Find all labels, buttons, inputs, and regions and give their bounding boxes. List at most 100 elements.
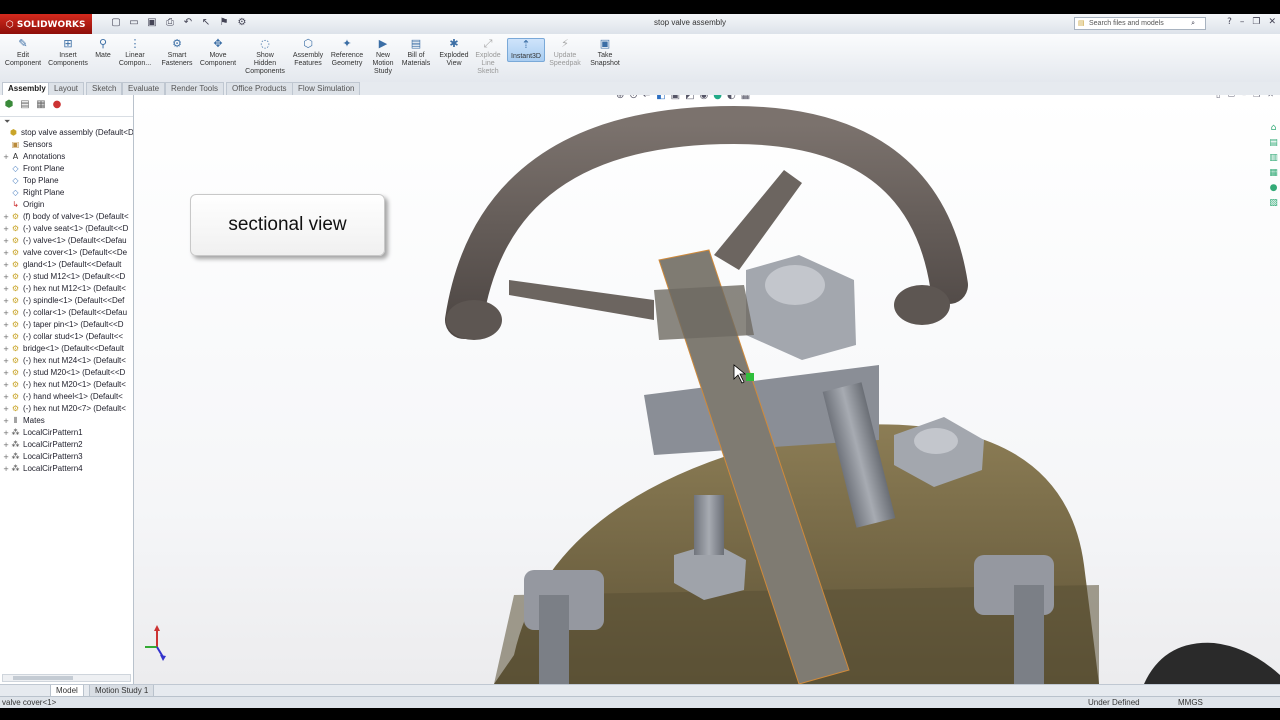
tree-item[interactable]: + ⁂ LocalCirPattern2 — [0, 439, 133, 451]
tree-item[interactable]: ↳ Origin — [0, 199, 133, 211]
tree-item[interactable]: + ⚙ (-) hand wheel<1> (Default< — [0, 391, 133, 403]
valve-assembly-model[interactable] — [134, 95, 1280, 684]
linear-pattern-button[interactable]: ⋮ Linear Compon... — [116, 38, 154, 68]
appearances-icon[interactable]: ● — [1268, 183, 1279, 194]
expand-icon[interactable]: + — [2, 451, 10, 463]
expand-icon[interactable]: + — [2, 439, 10, 451]
tree-item[interactable]: + ⚙ (-) hex nut M24<1> (Default< — [0, 355, 133, 367]
expand-icon[interactable]: + — [2, 211, 10, 223]
tree-item[interactable]: + ⚙ (-) valve seat<1> (Default<<D — [0, 223, 133, 235]
exploded-view-button[interactable]: ✱ Exploded View — [437, 38, 471, 68]
expand-icon[interactable]: + — [2, 295, 10, 307]
snapshot-button[interactable]: ▣ Take Snapshot — [588, 38, 622, 68]
tree-item[interactable]: + ⚙ (-) valve<1> (Default<<Defau — [0, 235, 133, 247]
tree-item[interactable]: + ⚙ (-) spindle<1> (Default<<Def — [0, 295, 133, 307]
tree-item[interactable]: + ⫴ Mates — [0, 415, 133, 427]
tab-office-products[interactable]: Office Products — [226, 82, 293, 95]
status-units[interactable]: MMGS — [1178, 697, 1203, 708]
expand-icon[interactable]: + — [2, 379, 10, 391]
selection-handle[interactable] — [746, 373, 754, 381]
bill-of-materials-button[interactable]: ▤ Bill of Materials — [400, 38, 432, 68]
undo-icon[interactable]: ↶ — [182, 17, 194, 29]
tab-assembly[interactable]: Assembly — [2, 82, 52, 95]
tree-item[interactable]: + ⚙ valve cover<1> (Default<<De — [0, 247, 133, 259]
tree-item[interactable]: + ⁂ LocalCirPattern3 — [0, 451, 133, 463]
tree-item[interactable]: + ⚙ (-) hex nut M20<7> (Default< — [0, 403, 133, 415]
view-palette-icon[interactable]: ▦ — [1268, 168, 1279, 179]
tree-item[interactable]: + ⚙ (-) hex nut M12<1> (Default< — [0, 283, 133, 295]
restore-icon[interactable]: ❐ — [1252, 17, 1260, 27]
expand-icon[interactable]: + — [2, 247, 10, 259]
tree-item[interactable]: + A Annotations — [0, 151, 133, 163]
move-component-button[interactable]: ✥ Move Component — [198, 38, 238, 68]
file-explorer-icon[interactable]: ▥ — [1268, 153, 1279, 164]
insert-components-button[interactable]: ⊞ Insert Components — [46, 38, 90, 68]
design-library-icon[interactable]: ▤ — [1268, 138, 1279, 149]
hex-nut-m24[interactable] — [746, 255, 856, 360]
expand-icon[interactable]: + — [2, 403, 10, 415]
expand-icon[interactable]: + — [2, 427, 10, 439]
appearance-tab-icon[interactable]: ● — [50, 98, 64, 112]
edit-component-button[interactable]: ✎ Edit Component — [4, 38, 42, 68]
speedpak-button[interactable]: ⚡ Update Speedpak — [548, 38, 582, 68]
expand-icon[interactable]: + — [2, 367, 10, 379]
open-icon[interactable]: ▭ — [128, 17, 140, 29]
save-icon[interactable]: ▣ — [146, 17, 158, 29]
panel-scrollbar[interactable] — [2, 674, 131, 682]
motion-study-button[interactable]: ▶ New Motion Study — [370, 38, 396, 76]
explode-line-button[interactable]: ⤢ Explode Line Sketch — [473, 38, 503, 76]
tree-item[interactable]: + ⚙ (-) hex nut M20<1> (Default< — [0, 379, 133, 391]
smart-fasteners-button[interactable]: ⚙ Smart Fasteners — [158, 38, 196, 68]
custom-properties-icon[interactable]: ▧ — [1268, 198, 1279, 209]
tab-render-tools[interactable]: Render Tools — [165, 82, 224, 95]
expand-icon[interactable]: + — [2, 331, 10, 343]
expand-icon[interactable]: + — [2, 223, 10, 235]
expand-icon[interactable]: + — [2, 271, 10, 283]
tree-item[interactable]: ⬢ stop valve assembly (Default<De — [0, 127, 133, 139]
tree-item[interactable]: ◇ Front Plane — [0, 163, 133, 175]
help-icon[interactable]: ? — [1227, 17, 1232, 27]
resources-icon[interactable]: ⌂ — [1268, 123, 1279, 134]
tree-item[interactable]: ▣ Sensors — [0, 139, 133, 151]
expand-icon[interactable]: + — [2, 283, 10, 295]
tree-item[interactable]: + ⚙ (-) collar stud<1> (Default<< — [0, 331, 133, 343]
rebuild-icon[interactable]: ⚑ — [218, 17, 230, 29]
expand-icon[interactable]: + — [2, 355, 10, 367]
expand-icon[interactable]: + — [2, 391, 10, 403]
expand-icon[interactable]: + — [2, 319, 10, 331]
tree-item[interactable]: + ⁂ LocalCirPattern1 — [0, 427, 133, 439]
search-icon[interactable]: ⌕ — [1191, 18, 1195, 29]
tree-item[interactable]: ◇ Right Plane — [0, 187, 133, 199]
instant3d-button[interactable]: ⇡ Instant3D — [507, 38, 545, 62]
tree-item[interactable]: + ⚙ (-) stud M20<1> (Default<<D — [0, 367, 133, 379]
tab-layout[interactable]: Layout — [48, 82, 85, 95]
mate-button[interactable]: ⚲ Mate — [92, 38, 114, 60]
tree-item[interactable]: ◇ Top Plane — [0, 175, 133, 187]
select-icon[interactable]: ↖ — [200, 17, 212, 29]
tree-item[interactable]: + ⚙ (f) body of valve<1> (Default< — [0, 211, 133, 223]
search-input[interactable]: ▤ Search files and models ⌕ — [1074, 17, 1206, 30]
property-manager-tab-icon[interactable]: ▤ — [18, 98, 32, 112]
reference-geometry-button[interactable]: ✦ Reference Geometry — [328, 38, 366, 68]
graphics-area[interactable]: ⊕ ⊙ ↩ ◧ ▣ ◩ ◉ ● ◐ ▦ ▯ ▭ – ❐ ✕ — [134, 95, 1280, 684]
tree-item[interactable]: + ⚙ (-) taper pin<1> (Default<<D — [0, 319, 133, 331]
assembly-features-button[interactable]: ⬡ Assembly Features — [291, 38, 325, 68]
expand-icon[interactable]: + — [2, 235, 10, 247]
new-icon[interactable]: ▢ — [110, 17, 122, 29]
tree-item[interactable]: + ⚙ (-) stud M12<1> (Default<<D — [0, 271, 133, 283]
configuration-manager-tab-icon[interactable]: ▦ — [34, 98, 48, 112]
tree-item[interactable]: + ⚙ (-) collar<1> (Default<<Defau — [0, 307, 133, 319]
expand-icon[interactable]: + — [2, 259, 10, 271]
minimize-icon[interactable]: – — [1240, 17, 1245, 27]
expand-icon[interactable]: + — [2, 463, 10, 475]
expand-icon[interactable]: + — [2, 151, 10, 163]
solidworks-logo[interactable]: ⬡ SOLIDWORKS — [0, 14, 92, 34]
expand-icon[interactable]: + — [2, 343, 10, 355]
filter-icon[interactable]: ⏷ — [0, 117, 133, 127]
show-hidden-button[interactable]: ◌ Show Hidden Components — [243, 38, 287, 76]
options-icon[interactable]: ⚙ — [236, 17, 248, 29]
tab-flow-simulation[interactable]: Flow Simulation — [292, 82, 361, 95]
close-icon[interactable]: ✕ — [1268, 17, 1276, 27]
tab-sketch[interactable]: Sketch — [86, 82, 123, 95]
tree-item[interactable]: + ⚙ bridge<1> (Default<<Default — [0, 343, 133, 355]
